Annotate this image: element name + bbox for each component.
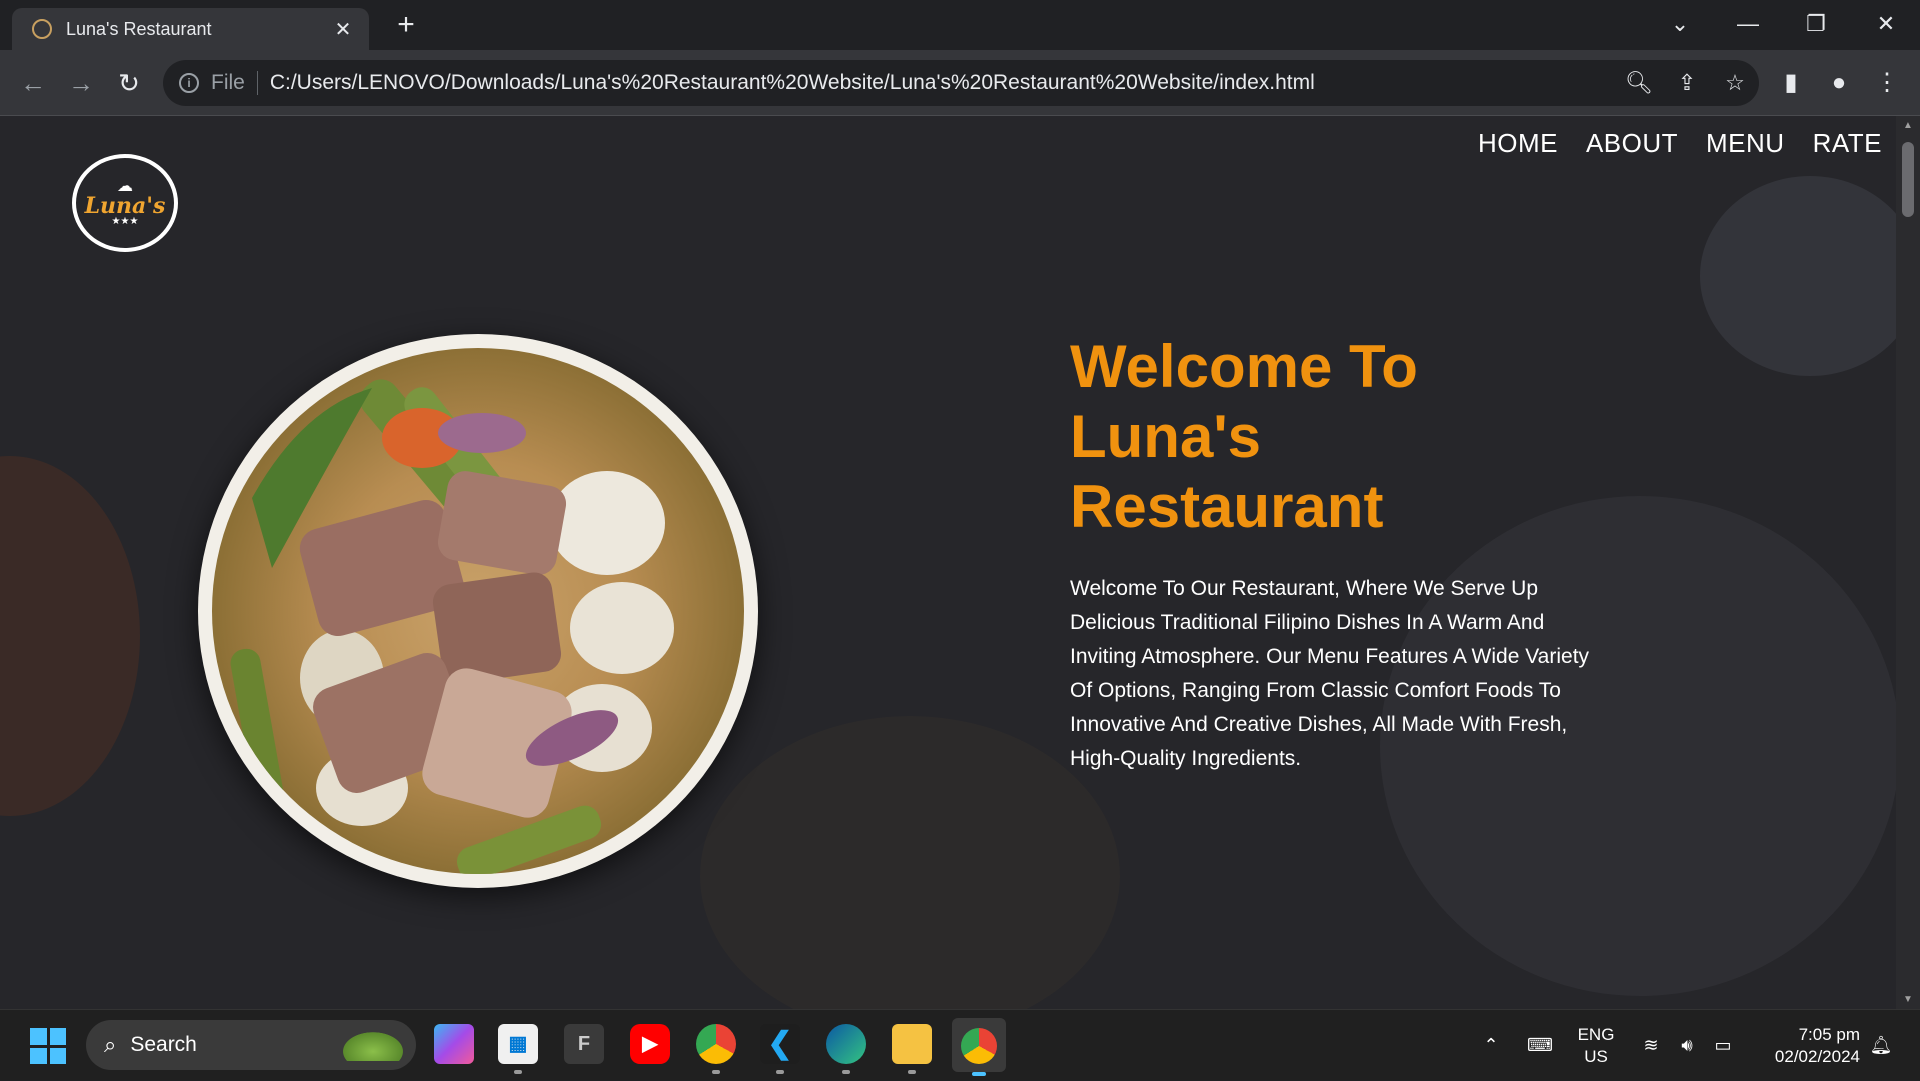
youtube-icon[interactable]: ▶ bbox=[630, 1024, 670, 1064]
logo-text: Luna's bbox=[84, 193, 166, 219]
clock-time: 7:05 pm bbox=[1798, 1025, 1860, 1044]
chrome-profile-icon[interactable] bbox=[696, 1024, 736, 1074]
search-label: Search bbox=[130, 1033, 197, 1056]
nav-rate-link[interactable]: RATE bbox=[1813, 128, 1882, 159]
chrome-active-icon[interactable] bbox=[952, 1018, 1006, 1076]
new-tab-button[interactable]: + bbox=[390, 10, 422, 42]
wifi-icon[interactable]: ≋ bbox=[1636, 1010, 1666, 1081]
copilot-icon[interactable] bbox=[434, 1024, 474, 1064]
zoom-icon[interactable]: 🔍︎ bbox=[1615, 70, 1663, 96]
nav-about-link[interactable]: ABOUT bbox=[1586, 128, 1678, 159]
bookmark-star-icon[interactable]: ☆ bbox=[1711, 70, 1759, 96]
microsoft-store-icon[interactable]: ▦ bbox=[498, 1024, 538, 1074]
keyboard-icon[interactable]: ⌨ bbox=[1522, 1010, 1558, 1081]
tray-chevron-icon[interactable]: ⌃ bbox=[1476, 1010, 1506, 1081]
stars-icon: ★★★ bbox=[111, 216, 139, 227]
region-code: US bbox=[1584, 1047, 1608, 1066]
file-explorer-icon[interactable] bbox=[892, 1024, 932, 1074]
scroll-up-icon[interactable]: ▲ bbox=[1901, 120, 1915, 131]
soup-contents bbox=[212, 348, 744, 874]
background-decoration bbox=[1700, 176, 1896, 376]
favicon-icon bbox=[32, 19, 52, 39]
back-icon[interactable]: ← bbox=[16, 66, 50, 100]
hero-title: Welcome To Luna's Restaurant bbox=[1070, 333, 1418, 540]
volume-icon[interactable]: 🔊︎ bbox=[1672, 1010, 1702, 1081]
search-icon: ⌕ bbox=[104, 1032, 117, 1057]
taskbar-search[interactable]: ⌕ Search bbox=[86, 1020, 416, 1070]
vscode-icon[interactable]: ❮ bbox=[760, 1024, 800, 1074]
clock[interactable]: 7:05 pm 02/02/2024 bbox=[1756, 1024, 1860, 1068]
scroll-down-icon[interactable]: ▼ bbox=[1901, 994, 1915, 1005]
battery-icon[interactable]: ▭ bbox=[1708, 1010, 1738, 1081]
language-indicator[interactable]: ENG US bbox=[1576, 1024, 1616, 1068]
reload-icon[interactable]: ↻ bbox=[112, 66, 146, 100]
hero-description: Welcome To Our Restaurant, Where We Serv… bbox=[1070, 577, 1590, 770]
nav-menu-link[interactable]: MENU bbox=[1706, 128, 1785, 159]
page-viewport: ☁ Luna's ★★★ HOME ABOUT MENU RATE Welcom… bbox=[0, 116, 1896, 1009]
close-tab-icon[interactable]: ✕ bbox=[331, 17, 355, 42]
browser-tab[interactable]: Luna's Restaurant ✕ bbox=[12, 8, 369, 50]
windows-taskbar: ⌕ Search ▦ F ▶ ❮ ⌃ ⌨ ENG US ≋ 🔊︎ ▭ 7:05 … bbox=[0, 1009, 1920, 1080]
menu-kebab-icon[interactable]: ⋮ bbox=[1870, 66, 1904, 100]
info-icon[interactable]: i bbox=[179, 73, 199, 93]
soup-bowl-image bbox=[198, 334, 758, 888]
forward-icon[interactable]: → bbox=[64, 66, 98, 100]
windows-start-icon[interactable] bbox=[30, 1028, 66, 1064]
nav-home-link[interactable]: HOME bbox=[1478, 128, 1558, 159]
browser-toolbar: ← → ↻ i File C:/Users/LENOVO/Downloads/L… bbox=[0, 50, 1920, 116]
restore-icon[interactable]: ❐ bbox=[1796, 6, 1836, 42]
address-bar[interactable]: i File C:/Users/LENOVO/Downloads/Luna's%… bbox=[163, 60, 1759, 106]
site-nav: HOME ABOUT MENU RATE bbox=[1478, 128, 1882, 159]
lang-code: ENG bbox=[1577, 1025, 1615, 1044]
site-logo[interactable]: ☁ Luna's ★★★ bbox=[72, 154, 178, 252]
f-app-icon[interactable]: F bbox=[564, 1024, 604, 1064]
page-scrollbar[interactable]: ▲ ▼ bbox=[1896, 116, 1920, 1009]
url-scheme: File bbox=[211, 71, 258, 95]
tab-bar: Luna's Restaurant ✕ + ⌄ — ❐ ✕ bbox=[0, 0, 1920, 50]
background-decoration bbox=[700, 716, 1120, 1009]
scroll-thumb[interactable] bbox=[1902, 142, 1914, 217]
close-window-icon[interactable]: ✕ bbox=[1866, 6, 1906, 42]
profile-icon[interactable]: ● bbox=[1822, 66, 1856, 100]
clock-date: 02/02/2024 bbox=[1774, 1047, 1860, 1066]
minimize-icon[interactable]: — bbox=[1728, 6, 1768, 42]
url-text[interactable]: C:/Users/LENOVO/Downloads/Luna's%20Resta… bbox=[270, 71, 1615, 95]
search-highlight-icon bbox=[338, 1029, 408, 1061]
background-decoration bbox=[0, 456, 140, 816]
notification-bell-icon[interactable]: 🔔︎ bbox=[1866, 1010, 1896, 1081]
side-panel-icon[interactable]: ▮ bbox=[1774, 66, 1808, 100]
tab-title: Luna's Restaurant bbox=[66, 18, 212, 39]
share-icon[interactable]: ⇪ bbox=[1663, 70, 1711, 96]
edge-icon[interactable] bbox=[826, 1024, 866, 1074]
tab-search-icon[interactable]: ⌄ bbox=[1660, 6, 1700, 42]
